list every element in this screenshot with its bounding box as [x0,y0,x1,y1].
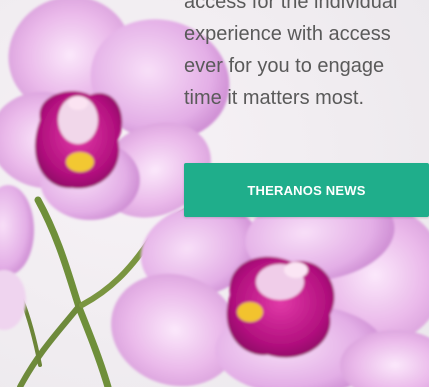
intro-line: access for the individual [184,0,398,13]
intro-line: experience with access [184,23,391,45]
intro-line: time it matters most. [184,87,365,109]
intro-copy: access for the individual experience wit… [184,0,429,114]
intro-line: ever for you to engage [184,55,385,77]
theranos-news-button[interactable]: THERANOS NEWS [184,163,429,217]
